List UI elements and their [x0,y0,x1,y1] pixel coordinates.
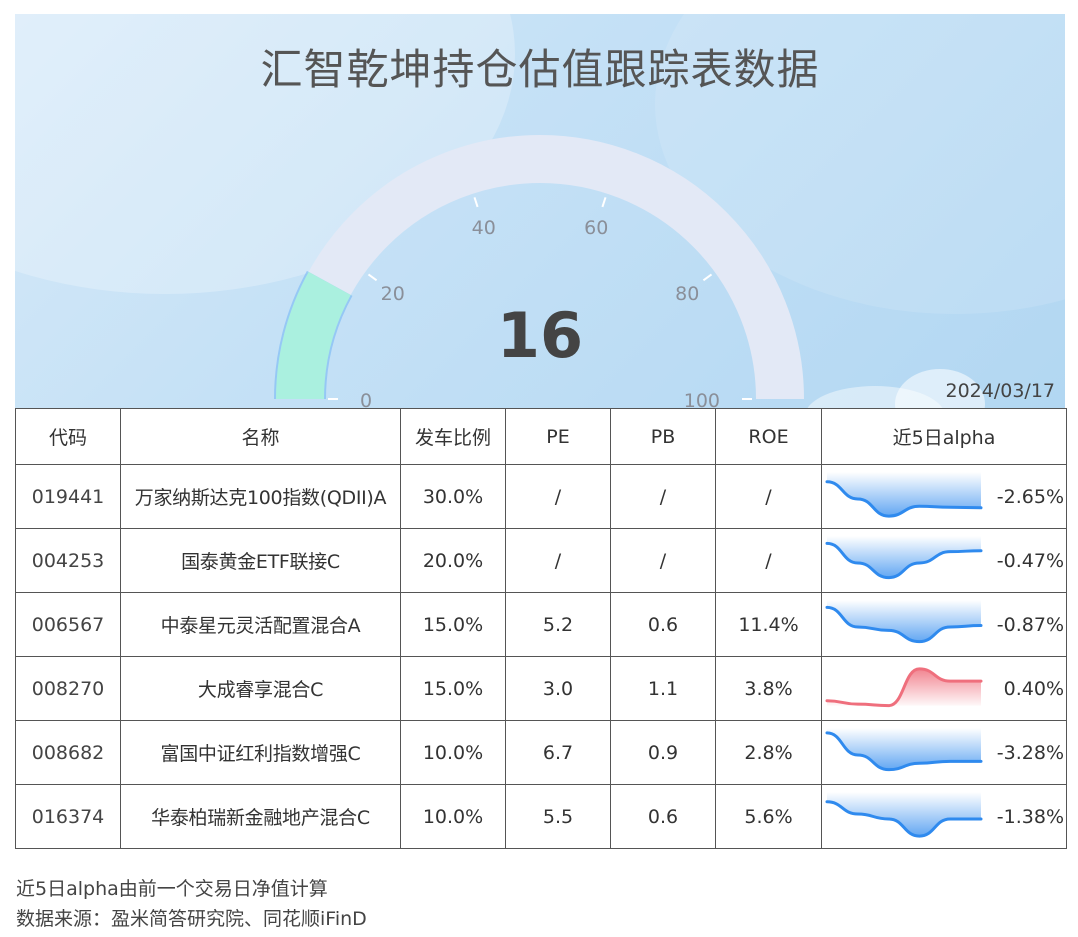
allocation-ratio: 15.0% [400,656,506,721]
table-row: 016374 华泰柏瑞新金融地产混合C 10.0% 5.5 0.6 5.6% -… [15,784,1067,849]
alpha-cell: -3.28% [821,720,1067,785]
sparkline-area [827,728,981,770]
header-ratio: 发车比例 [400,408,506,465]
gauge-tick-label: 100 [684,390,720,408]
header-roe: ROE [715,408,822,465]
alpha-value: -2.65% [996,485,1064,508]
alpha-cell: -1.38% [821,784,1067,849]
pb-value: / [610,464,716,529]
allocation-ratio: 30.0% [400,464,506,529]
gauge-tick-label: 0 [360,390,372,408]
alpha-sparkline [825,728,983,772]
alpha-value: -3.28% [996,741,1064,764]
fund-code: 006567 [15,592,121,657]
fund-code: 004253 [15,528,121,593]
roe-value: 2.8% [715,720,822,785]
alpha-sparkline [825,667,983,708]
header-code: 代码 [15,408,121,465]
valuation-gauge: 0 20 40 60 80 100 16 [274,135,804,408]
table-row: 004253 国泰黄金ETF联接C 20.0% / / / -0.47% [15,528,1067,593]
roe-value: 5.6% [715,784,822,849]
table-row: 008682 富国中证红利指数增强C 10.0% 6.7 0.9 2.8% -3… [15,720,1067,785]
gauge-value: 16 [497,299,583,372]
alpha-sparkline [825,600,983,644]
alpha-value: -1.38% [996,805,1064,828]
gauge-tick-mark [473,197,479,208]
footnote-source: 数据来源：盈米简答研究院、同花顺iFinD [16,908,367,930]
pb-value: 1.1 [610,656,716,721]
pe-value: / [505,464,611,529]
fund-code: 019441 [15,464,121,529]
header-name: 名称 [120,408,401,465]
fund-name: 国泰黄金ETF联接C [120,528,401,593]
gauge-tick-label: 40 [472,217,496,239]
data-date: 2024/03/17 [945,380,1055,402]
roe-value: 11.4% [715,592,822,657]
alpha-cell: 0.40% [821,656,1067,721]
allocation-ratio: 20.0% [400,528,506,593]
footnotes: 近5日alpha由前一个交易日净值计算 数据来源：盈米简答研究院、同花顺iFin… [16,874,367,934]
fund-name: 大成睿享混合C [120,656,401,721]
alpha-cell: -2.65% [821,464,1067,529]
pe-value: 6.7 [505,720,611,785]
gauge-tick-mark [702,273,713,282]
table-row: 006567 中泰星元灵活配置混合A 15.0% 5.2 0.6 11.4% -… [15,592,1067,657]
allocation-ratio: 10.0% [400,784,506,849]
fund-code: 008270 [15,656,121,721]
holdings-table: 代码 名称 发车比例 PE PB ROE 近5日alpha 019441 万家纳… [15,408,1067,849]
allocation-ratio: 10.0% [400,720,506,785]
pb-value: 0.9 [610,720,716,785]
pe-value: 5.5 [505,784,611,849]
alpha-sparkline [825,792,983,838]
pb-value: 0.6 [610,592,716,657]
fund-name: 华泰柏瑞新金融地产混合C [120,784,401,849]
allocation-ratio: 15.0% [400,592,506,657]
pb-value: / [610,528,716,593]
alpha-value: -0.47% [996,549,1064,572]
gauge-tick-label: 60 [584,217,608,239]
fund-code: 008682 [15,720,121,785]
gauge-tick-label: 20 [381,283,405,305]
table-row: 008270 大成睿享混合C 15.0% 3.0 1.1 3.8% 0.40% [15,656,1067,721]
alpha-value: 0.40% [1003,677,1064,700]
alpha-value: -0.87% [996,613,1064,636]
fund-code: 016374 [15,784,121,849]
gauge-tick-mark [367,273,378,282]
header-alpha: 近5日alpha [821,408,1067,465]
footnote-alpha: 近5日alpha由前一个交易日净值计算 [16,878,328,900]
fund-name: 中泰星元灵活配置混合A [120,592,401,657]
header-panel: 汇智乾坤持仓估值跟踪表数据 0 20 40 60 80 100 16 2024/03/17 [15,14,1065,408]
table-row: 019441 万家纳斯达克100指数(QDII)A 30.0% / / / -2… [15,464,1067,529]
pb-value: 0.6 [610,784,716,849]
gauge-tick-mark [601,197,607,208]
pe-value: 5.2 [505,592,611,657]
alpha-sparkline [825,472,983,518]
alpha-cell: -0.47% [821,528,1067,593]
alpha-sparkline [825,536,983,580]
pe-value: 3.0 [505,656,611,721]
roe-value: / [715,528,822,593]
fund-name: 万家纳斯达克100指数(QDII)A [120,464,401,529]
roe-value: / [715,464,822,529]
header-pb: PB [610,408,716,465]
roe-value: 3.8% [715,656,822,721]
table-header-row: 代码 名称 发车比例 PE PB ROE 近5日alpha [15,408,1067,465]
pe-value: / [505,528,611,593]
gauge-tick-label: 80 [675,283,699,305]
fund-name: 富国中证红利指数增强C [120,720,401,785]
header-pe: PE [505,408,611,465]
alpha-cell: -0.87% [821,592,1067,657]
